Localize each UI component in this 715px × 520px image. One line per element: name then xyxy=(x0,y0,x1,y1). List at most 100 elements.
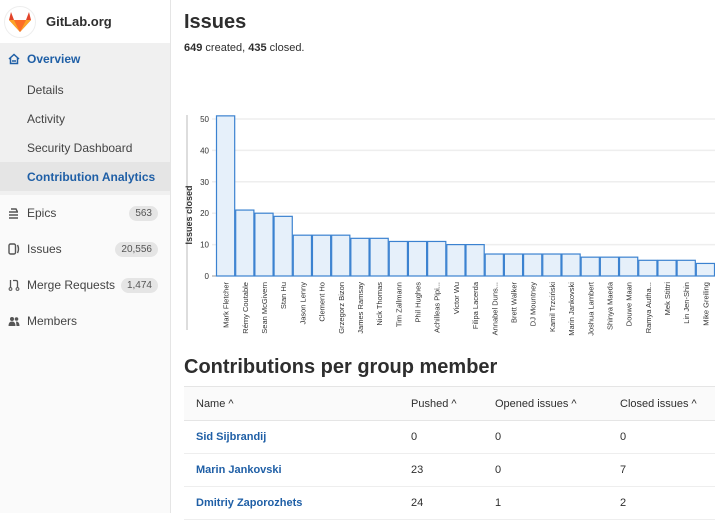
sidebar: GitLab.org Overview Details Activity Sec… xyxy=(0,0,171,513)
bar[interactable] xyxy=(580,256,600,277)
x-tick-label: Lin Jen-Shin xyxy=(682,282,691,324)
x-tick-label: Marin Jankovski xyxy=(567,282,576,336)
sidebar-item-overview[interactable]: Overview xyxy=(0,43,170,75)
issues-title: Issues xyxy=(184,11,247,33)
x-tick-label: Clement Ho xyxy=(318,282,327,322)
table-header-row: Name ^ Pushed ^ Opened issues ^ Closed i… xyxy=(184,386,715,421)
bar[interactable] xyxy=(254,212,274,277)
sidebar-subitem-security-dashboard[interactable]: Security Dashboard xyxy=(0,133,170,162)
sidebar-item-label: Epics xyxy=(27,206,57,220)
sidebar-item-epics[interactable]: Epics 563 xyxy=(0,195,170,231)
sidebar-subitem-activity[interactable]: Activity xyxy=(0,104,170,133)
y-tick-label: 40 xyxy=(200,146,209,155)
bar[interactable] xyxy=(695,262,715,277)
x-tick-label: Brett Walker xyxy=(509,282,518,323)
bar[interactable] xyxy=(561,253,581,277)
bar[interactable] xyxy=(273,215,293,277)
contributions-title: Contributions per group member xyxy=(184,356,498,378)
x-tick-label: Filipa Lacerda xyxy=(471,281,480,329)
column-header-pushed[interactable]: Pushed ^ xyxy=(399,386,483,421)
overview-group: Overview Details Activity Security Dashb… xyxy=(0,43,170,195)
contributions-table: Name ^ Pushed ^ Opened issues ^ Closed i… xyxy=(184,386,715,520)
sidebar-item-members[interactable]: Members xyxy=(0,303,170,339)
column-header-closed-issues[interactable]: Closed issues ^ xyxy=(608,386,715,421)
pushed-cell: 24 xyxy=(399,486,483,520)
issues-closed-chart: 0 10 20 30 40 50 Mark Fletcher Rémy Coutable Se… xyxy=(184,115,715,336)
bar[interactable] xyxy=(350,237,370,277)
merge-request-icon xyxy=(8,279,21,291)
opened-cell: 0 xyxy=(483,420,608,454)
bar[interactable] xyxy=(446,244,466,277)
closed-cell: 2 xyxy=(608,486,715,520)
column-header-name[interactable]: Name ^ xyxy=(184,386,399,421)
opened-cell: 1 xyxy=(483,486,608,520)
x-tick-label: Grzegorz Bizon xyxy=(337,282,346,334)
bar[interactable] xyxy=(369,237,389,277)
table-row: Dmitriy Zaporozhets 24 1 2 xyxy=(184,486,715,520)
bar[interactable] xyxy=(542,253,562,277)
table-row: Sid Sijbrandij 0 0 0 xyxy=(184,420,715,454)
issues-summary: 649 created, 435 closed. xyxy=(184,42,715,54)
created-label: created, xyxy=(202,42,249,54)
bar[interactable] xyxy=(618,256,639,277)
sidebar-subitem-details[interactable]: Details xyxy=(0,75,170,104)
issues-closed-count: 435 xyxy=(248,42,267,54)
bar[interactable] xyxy=(676,259,696,277)
sidebar-item-issues[interactable]: Issues 20,556 xyxy=(0,231,170,267)
x-tick-label: Achilleas Pipi... xyxy=(433,282,442,333)
x-tick-label: Sean McGivern xyxy=(260,282,269,334)
group-header[interactable]: GitLab.org xyxy=(0,0,170,43)
bar[interactable] xyxy=(388,240,409,277)
merge-requests-count-badge: 1,474 xyxy=(120,277,158,293)
issues-count-badge: 20,556 xyxy=(115,241,158,257)
bar[interactable] xyxy=(599,256,620,277)
y-tick-label: 50 xyxy=(200,115,209,124)
x-tick-label: Phil Hughes xyxy=(414,282,423,323)
x-tick-label: Jason Lenny xyxy=(298,282,307,325)
users-icon xyxy=(8,316,21,327)
x-tick-label: Shinya Maeda xyxy=(605,281,614,330)
member-link[interactable]: Dmitriy Zaporozhets xyxy=(196,497,302,509)
bar[interactable] xyxy=(311,234,332,277)
x-tick-label: Victor Wu xyxy=(452,282,461,314)
y-tick-label: 30 xyxy=(200,178,209,187)
x-tick-label: Ramya Autha... xyxy=(644,282,653,333)
x-tick-label: Stan Hu xyxy=(279,282,288,309)
bar[interactable] xyxy=(465,244,485,277)
table-row: Marin Jankovski 23 0 7 xyxy=(184,453,715,487)
y-tick-label: 20 xyxy=(200,209,209,218)
bar[interactable] xyxy=(292,234,313,277)
x-tick-label: Rémy Coutable xyxy=(241,282,250,334)
epic-icon xyxy=(8,207,21,219)
column-header-opened-issues[interactable]: Opened issues ^ xyxy=(483,386,608,421)
issues-icon xyxy=(8,243,21,255)
bar[interactable] xyxy=(522,253,543,277)
main-content: Issues 649 created, 435 closed. 0 10 20 30 4… xyxy=(184,0,715,520)
opened-cell: 0 xyxy=(483,453,608,487)
bar[interactable] xyxy=(235,209,255,277)
epics-count-badge: 563 xyxy=(129,205,158,221)
bar[interactable] xyxy=(503,253,524,277)
home-icon xyxy=(8,53,21,65)
bar[interactable] xyxy=(638,259,658,277)
bar[interactable] xyxy=(215,115,236,277)
bar[interactable] xyxy=(331,234,351,277)
sidebar-item-label: Merge Requests xyxy=(27,278,116,292)
bar[interactable] xyxy=(427,240,447,277)
y-tick-label: 0 xyxy=(205,272,210,281)
sidebar-item-merge-requests[interactable]: Merge Requests 1,474 xyxy=(0,267,170,303)
member-link[interactable]: Marin Jankovski xyxy=(196,464,282,476)
x-tick-label: Annabel Duns... xyxy=(490,282,499,335)
sidebar-item-label: Overview xyxy=(27,52,81,66)
sidebar-subitem-contribution-analytics[interactable]: Contribution Analytics xyxy=(0,162,170,191)
x-tick-label: Mark Fletcher xyxy=(222,281,231,327)
member-link[interactable]: Sid Sijbrandij xyxy=(196,431,266,443)
bar[interactable] xyxy=(657,259,677,277)
bar[interactable] xyxy=(484,253,504,277)
bar[interactable] xyxy=(407,240,428,277)
y-axis-title: Issues closed xyxy=(184,185,194,244)
x-tick-label: DJ Mountney xyxy=(529,282,538,326)
x-tick-label: Mek Stittri xyxy=(663,282,672,316)
closed-cell: 7 xyxy=(608,453,715,487)
closed-cell: 0 xyxy=(608,420,715,454)
